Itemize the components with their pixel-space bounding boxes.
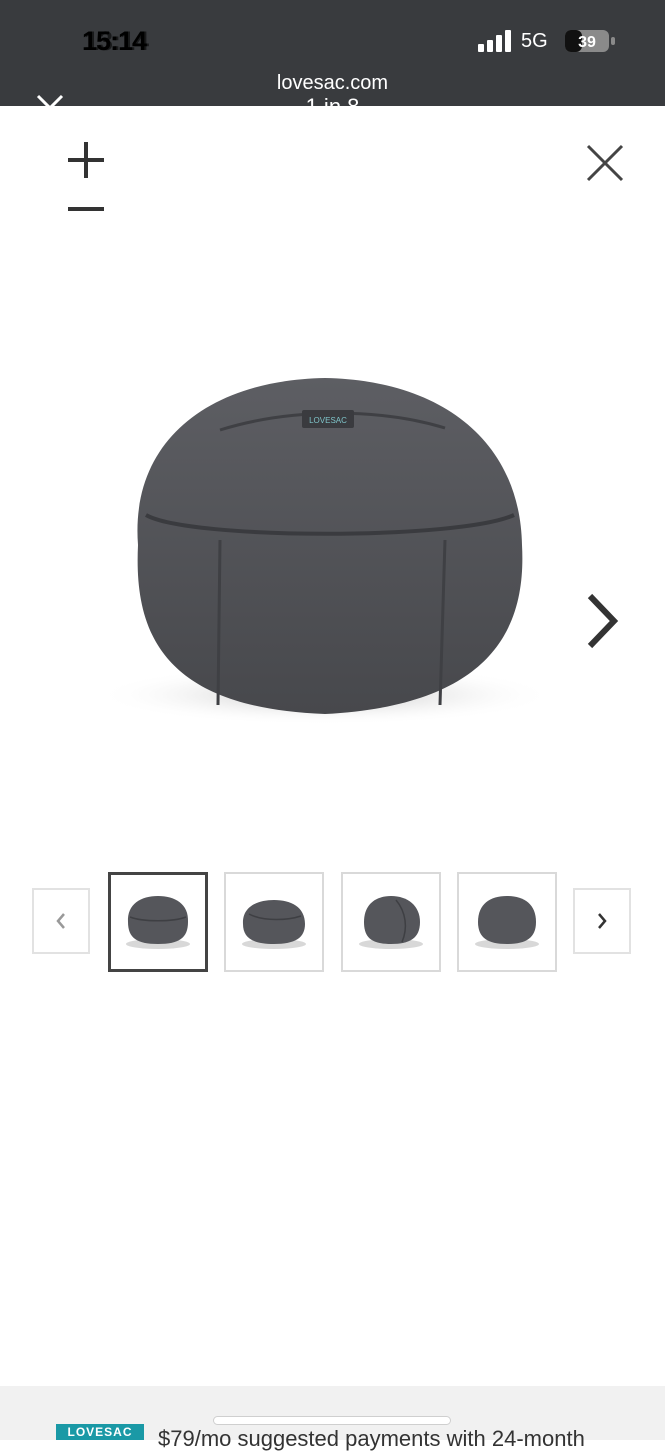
promo-brand-logo: LOVESAC xyxy=(56,1424,144,1440)
zoom-out-icon[interactable] xyxy=(66,196,106,222)
image-counter: 1 in 8 xyxy=(0,96,665,106)
thumbnail-2-image xyxy=(242,900,306,949)
thumbnails-next-button[interactable] xyxy=(573,888,631,954)
home-indicator[interactable] xyxy=(213,1416,451,1425)
thumbnail-4-image xyxy=(475,896,539,949)
thumbnail-4[interactable] xyxy=(457,872,557,972)
product-main-image: LOVESAC xyxy=(95,378,555,725)
zoom-in-icon[interactable] xyxy=(66,140,106,180)
product-brand-tag: LOVESAC xyxy=(309,416,347,425)
status-time: 15:14 xyxy=(82,26,147,56)
signal-icon xyxy=(478,30,511,52)
top-header: 13:14 15:14 5G 39 lovesac.com 1 in 8 xyxy=(0,0,665,106)
battery-icon: 39 xyxy=(565,30,615,52)
thumbnail-3[interactable] xyxy=(341,872,441,972)
thumbnail-2[interactable] xyxy=(224,872,324,972)
thumbnail-1[interactable] xyxy=(108,872,208,972)
chevron-left-icon xyxy=(56,913,65,929)
thumbnail-3-image xyxy=(359,896,423,949)
close-gallery-icon[interactable] xyxy=(36,94,64,106)
thumbnails-prev-button[interactable] xyxy=(32,888,90,954)
network-label: 5G xyxy=(521,30,548,52)
battery-level: 39 xyxy=(578,34,596,51)
site-domain: lovesac.com xyxy=(276,72,389,94)
promo-text[interactable]: $79/mo suggested payments with 24-month xyxy=(158,1424,585,1454)
thumbnail-1-image xyxy=(126,896,190,949)
chevron-right-icon xyxy=(598,913,607,929)
next-image-chevron-icon[interactable] xyxy=(582,590,622,652)
image-counter-label: 1 in 8 xyxy=(0,96,665,106)
close-icon[interactable] xyxy=(584,142,626,184)
